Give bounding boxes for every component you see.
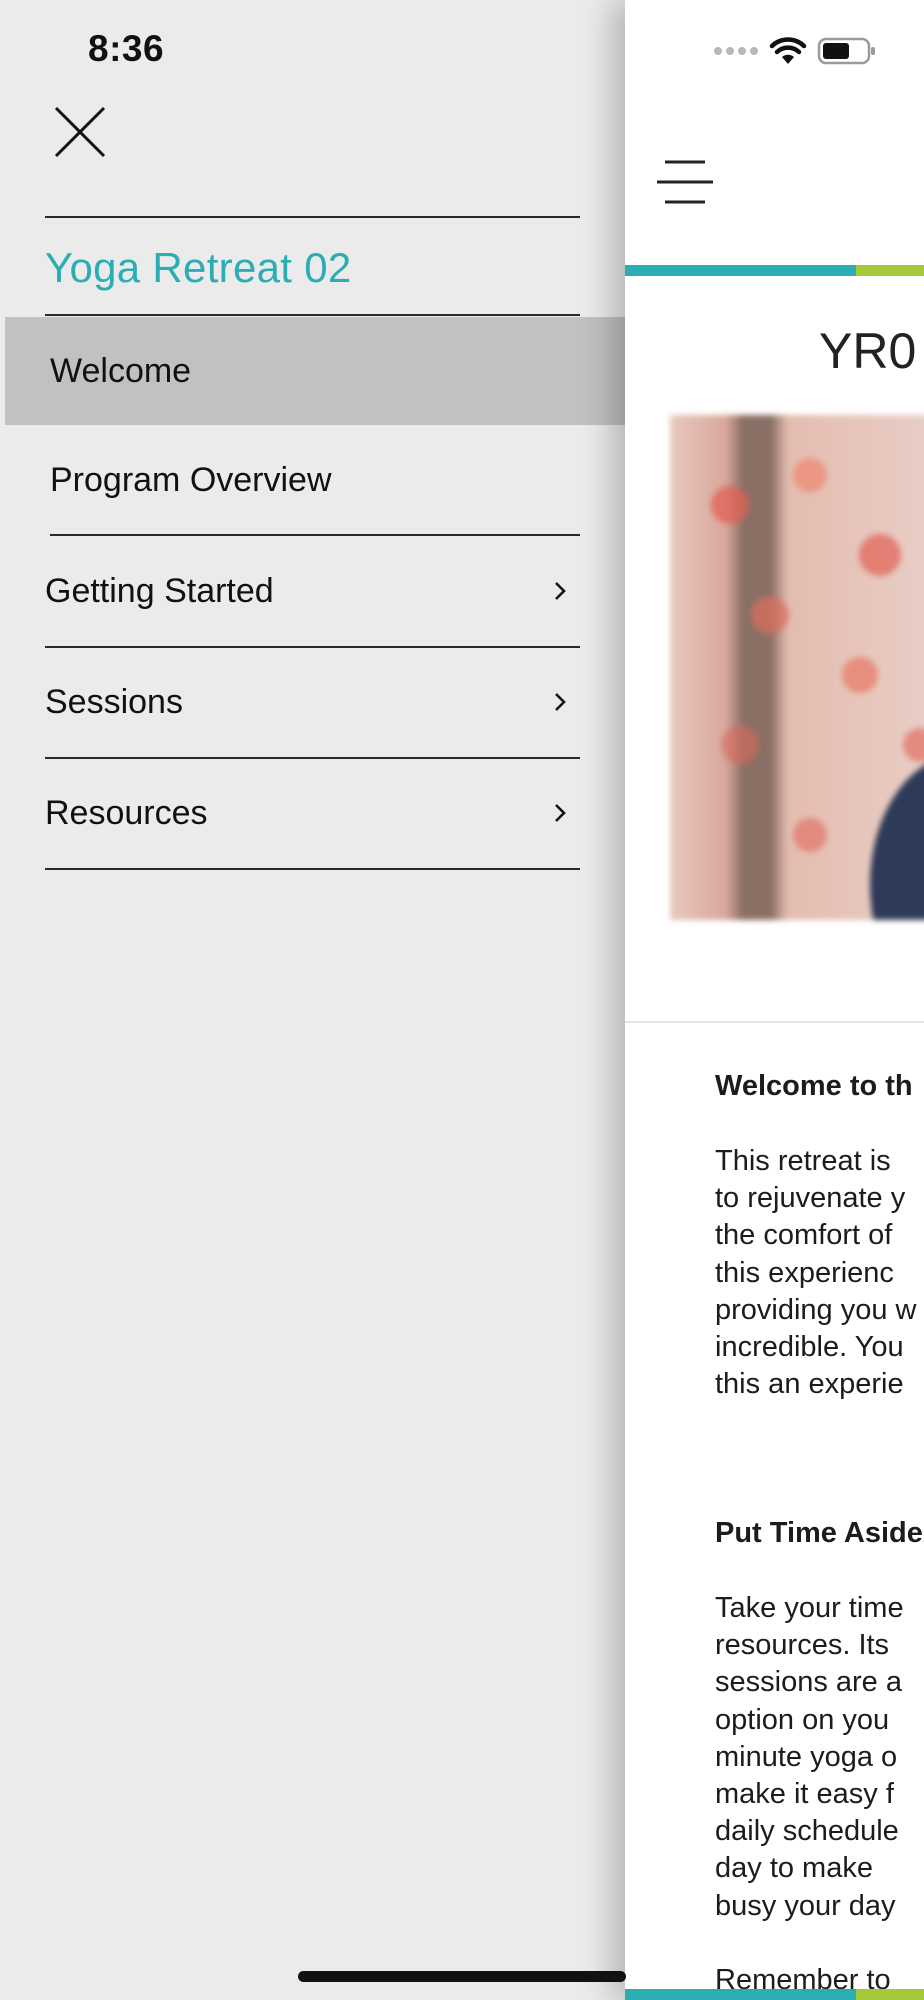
menu-item-sessions[interactable]: Sessions bbox=[0, 648, 625, 756]
wifi-icon bbox=[769, 37, 807, 64]
content-panel[interactable]: YR0 Welcome to th This retreat is to rej… bbox=[625, 0, 924, 2000]
status-icons bbox=[713, 34, 877, 68]
menu-item-label: Welcome bbox=[50, 351, 192, 390]
close-icon bbox=[54, 106, 106, 158]
section-heading-time-aside: Put Time Aside bbox=[715, 1517, 923, 1549]
home-indicator[interactable] bbox=[298, 1971, 626, 1982]
brand-color-bar-bottom bbox=[625, 1989, 924, 2000]
menu-item-resources[interactable]: Resources bbox=[0, 759, 625, 867]
section-heading-welcome: Welcome to th bbox=[715, 1070, 913, 1102]
menu-item-label: Resources bbox=[45, 793, 208, 832]
menu-item-label: Sessions bbox=[45, 682, 183, 721]
drawer-divider bbox=[45, 314, 580, 316]
menu-item-label: Getting Started bbox=[45, 571, 274, 610]
hamburger-menu-icon bbox=[657, 160, 713, 204]
screen: 8:36 Yoga Retreat 02 Welcome Program Ove… bbox=[0, 0, 924, 2000]
section-paragraph-welcome: This retreat is to rejuvenate y the comf… bbox=[715, 1145, 917, 1401]
drawer-divider bbox=[45, 216, 580, 218]
content-divider bbox=[625, 1021, 924, 1023]
navigation-drawer: 8:36 Yoga Retreat 02 Welcome Program Ove… bbox=[0, 0, 625, 2000]
menu-item-label: Program Overview bbox=[50, 460, 332, 499]
status-time: 8:36 bbox=[88, 28, 165, 69]
hero-image bbox=[670, 415, 924, 920]
chevron-right-icon bbox=[548, 801, 572, 825]
page-title: YR0 bbox=[819, 323, 917, 379]
battery-icon bbox=[817, 37, 875, 65]
drawer-title: Yoga Retreat 02 bbox=[45, 244, 352, 291]
brand-color-bar bbox=[625, 265, 924, 276]
menu-item-program-overview[interactable]: Program Overview bbox=[0, 426, 625, 534]
close-button[interactable] bbox=[52, 104, 108, 160]
section-paragraph-time-aside: Take your time resources. Its sessions a… bbox=[715, 1592, 904, 1922]
drawer-divider bbox=[50, 534, 580, 536]
chevron-right-icon bbox=[548, 690, 572, 714]
menu-button[interactable] bbox=[655, 158, 715, 206]
menu-item-getting-started[interactable]: Getting Started bbox=[0, 537, 625, 645]
menu-item-welcome[interactable]: Welcome bbox=[5, 317, 625, 425]
drawer-divider bbox=[45, 868, 580, 870]
person-figure bbox=[870, 755, 924, 920]
chevron-right-icon bbox=[548, 579, 572, 603]
signal-icon bbox=[714, 47, 758, 55]
